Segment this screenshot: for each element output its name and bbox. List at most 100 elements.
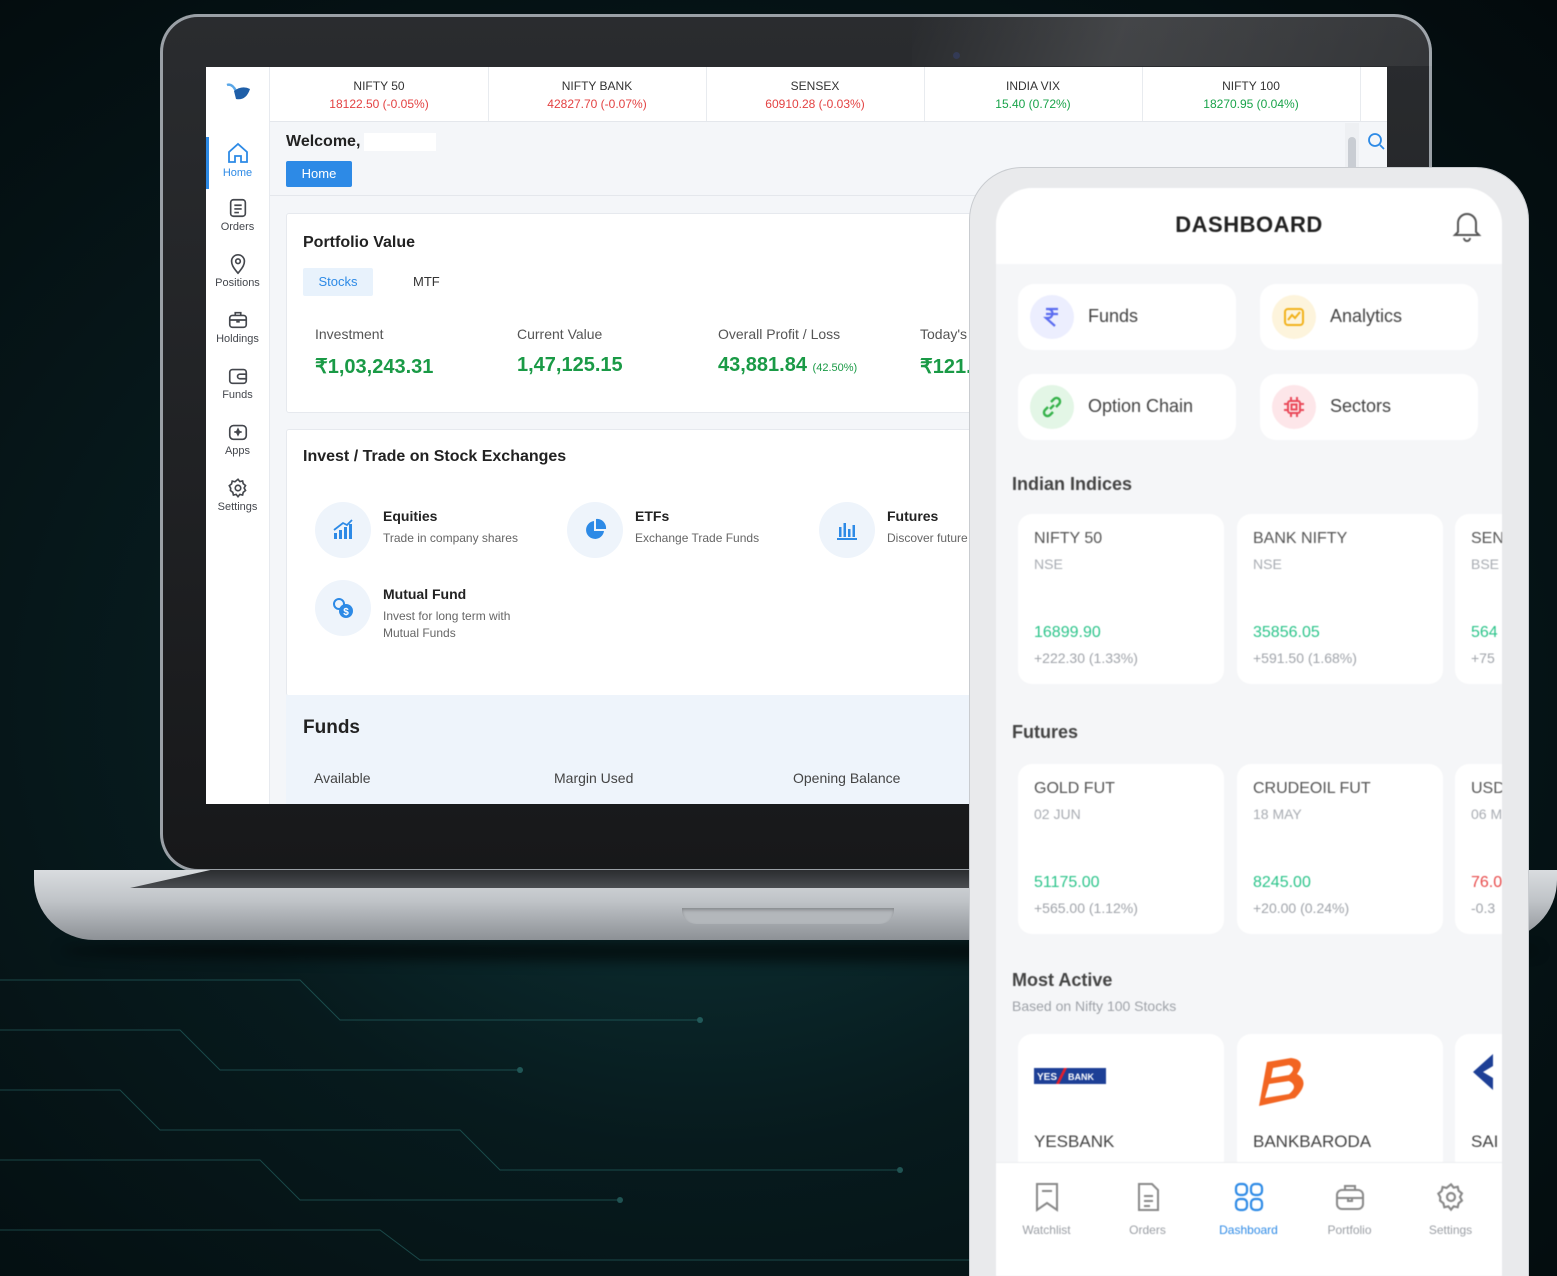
quick-action-label: Analytics xyxy=(1330,306,1403,326)
lid-glare xyxy=(912,14,1432,66)
tab-settings[interactable]: Settings xyxy=(1400,1181,1501,1237)
breadcrumb-home-button[interactable]: Home xyxy=(286,161,352,187)
yesbank-logo: YES BANK xyxy=(1034,1068,1106,1084)
futures-change: -0.3 xyxy=(1471,900,1496,916)
invest-item-title: Equities xyxy=(383,508,438,524)
tab-label: Watchlist xyxy=(1022,1223,1071,1237)
index-card[interactable]: SEN BSE 564 +75 xyxy=(1455,514,1502,684)
ticker-item[interactable]: NIFTY 100 18270.95 (0.04%) xyxy=(1142,67,1361,121)
stat-value: ₹1,03,243.31 xyxy=(315,356,434,378)
quick-action-funds[interactable]: Funds xyxy=(1018,284,1236,350)
futures-date: 18 MAY xyxy=(1253,806,1302,822)
coins-icon: $ xyxy=(333,598,353,618)
sidebar-item-orders[interactable]: Orders xyxy=(206,193,269,245)
tab-stocks[interactable]: Stocks xyxy=(303,268,373,296)
brand-logo-icon xyxy=(226,83,250,100)
sidebar-item-label: Apps xyxy=(224,445,251,457)
futures-name: GOLD FUT xyxy=(1034,780,1115,797)
stat-percent: (42.50%) xyxy=(812,362,858,374)
stat-investment: Investment ₹1,03,243.31 xyxy=(315,326,433,379)
sidebar-item-holdings[interactable]: Holdings xyxy=(206,305,269,357)
futures-card[interactable]: CRUDEOIL FUT 18 MAY 8245.00 +20.00 (0.24… xyxy=(1237,764,1443,934)
search-icon[interactable] xyxy=(1366,131,1386,151)
bell-icon[interactable] xyxy=(1452,210,1482,242)
futures-date: 06 M xyxy=(1471,806,1502,822)
quick-action-sectors[interactable]: Sectors xyxy=(1260,374,1478,440)
gear-icon xyxy=(1436,1182,1463,1212)
quick-action-option-chain[interactable]: Option Chain xyxy=(1018,374,1236,440)
index-exchange: BSE xyxy=(1471,556,1500,572)
futures-card[interactable]: USD 06 M 76.0 -0.3 xyxy=(1455,764,1502,934)
stat-value: 1,47,125.15 xyxy=(517,354,623,376)
index-change: +75 xyxy=(1471,650,1495,666)
most-active-card[interactable]: YES BANK YESBANK xyxy=(1018,1034,1224,1174)
sidebar-item-label: Home xyxy=(222,167,253,179)
futures-card[interactable]: GOLD FUT 02 JUN 51175.00 +565.00 (1.12%) xyxy=(1018,764,1224,934)
tab-label: Portfolio xyxy=(1327,1223,1372,1237)
chart-up-icon xyxy=(333,519,353,539)
stat-label: Overall Profit / Loss xyxy=(718,326,841,342)
orders-icon xyxy=(1137,1183,1159,1211)
most-active-name: SAI xyxy=(1471,1132,1499,1151)
webcam xyxy=(953,52,960,59)
funds-col-opening-balance: Opening Balance xyxy=(793,770,901,786)
ticker-item[interactable]: NIFTY 50 18122.50 (-0.05%) xyxy=(270,67,489,121)
home-icon xyxy=(227,142,248,163)
most-active-subtitle: Based on Nifty 100 Stocks xyxy=(1012,998,1177,1014)
mobile-header: DASHBOARD xyxy=(996,188,1502,264)
invest-item-desc: Discover future xyxy=(887,531,968,545)
invest-item-desc: Exchange Trade Funds xyxy=(635,531,760,545)
invest-title: Invest / Trade on Stock Exchanges xyxy=(303,448,567,465)
ticker-value: 15.40 (0.72%) xyxy=(995,97,1071,111)
sidebar-item-positions[interactable]: Positions xyxy=(206,249,269,301)
tab-dashboard[interactable]: Dashboard xyxy=(1198,1181,1299,1237)
ticker-name: INDIA VIX xyxy=(1005,79,1061,93)
grid-icon xyxy=(1234,1182,1263,1212)
ticker-item[interactable]: SENSEX 60910.28 (-0.03%) xyxy=(706,67,925,121)
most-active-name: YESBANK xyxy=(1034,1132,1115,1151)
quick-action-analytics[interactable]: Analytics xyxy=(1260,284,1478,350)
invest-equities[interactable]: Equities Trade in company shares xyxy=(315,502,545,562)
sidebar: Home Orders Positions Holdings Funds App… xyxy=(206,67,270,804)
index-name: BANK NIFTY xyxy=(1253,530,1348,547)
apps-icon xyxy=(228,424,247,441)
invest-item-title: Mutual Fund xyxy=(383,586,467,602)
svg-text:BANK: BANK xyxy=(1068,1072,1094,1082)
invest-etfs[interactable]: ETFs Exchange Trade Funds xyxy=(567,502,797,562)
index-card[interactable]: BANK NIFTY NSE 35856.05 +591.50 (1.68%) xyxy=(1237,514,1443,684)
tab-watchlist[interactable]: Watchlist xyxy=(996,1181,1097,1237)
stat-current-value: Current Value 1,47,125.15 xyxy=(517,326,623,377)
sidebar-item-settings[interactable]: Settings xyxy=(206,473,269,525)
tab-orders[interactable]: Orders xyxy=(1097,1181,1198,1237)
sidebar-item-home[interactable]: Home xyxy=(206,137,269,189)
invest-mutual-fund[interactable]: $ Mutual Fund Invest for long term with M… xyxy=(315,580,545,640)
stat-value-wrap: 43,881.84 (42.50%) xyxy=(718,354,857,377)
futures-price: 8245.00 xyxy=(1253,874,1311,891)
sidebar-item-funds[interactable]: Funds xyxy=(206,361,269,413)
ticker-name: SENSEX xyxy=(790,79,840,93)
stat-value: 43,881.84 xyxy=(718,354,807,376)
briefcase-icon xyxy=(1335,1185,1364,1210)
quick-action-label: Sectors xyxy=(1330,396,1392,416)
most-active-card[interactable]: SAI xyxy=(1455,1034,1502,1174)
sidebar-item-label: Holdings xyxy=(216,333,259,345)
sidebar-item-apps[interactable]: Apps xyxy=(206,417,269,469)
index-change: +222.30 (1.33%) xyxy=(1034,650,1138,666)
index-card[interactable]: NIFTY 50 NSE 16899.90 +222.30 (1.33%) xyxy=(1018,514,1224,684)
sail-logo xyxy=(1473,1054,1493,1090)
tab-portfolio[interactable]: Portfolio xyxy=(1299,1181,1400,1237)
ticker-item[interactable]: INDIA VIX 15.40 (0.72%) xyxy=(924,67,1143,121)
ticker-item[interactable]: NIFTY BANK 42827.70 (-0.07%) xyxy=(488,67,707,121)
invest-item-title: ETFs xyxy=(635,508,670,524)
index-name: NIFTY 50 xyxy=(1034,530,1103,547)
mobile-app-screen: DASHBOARD Funds Analytics Option Chain S… xyxy=(996,188,1502,1276)
tab-mtf[interactable]: MTF xyxy=(413,268,453,296)
quick-action-label: Option Chain xyxy=(1088,396,1194,416)
index-name: SEN xyxy=(1471,530,1502,547)
redacted-username xyxy=(364,133,436,151)
most-active-card[interactable]: BANKBARODA xyxy=(1237,1034,1443,1174)
futures-price: 51175.00 xyxy=(1034,874,1100,891)
stat-value: ₹121. xyxy=(920,356,972,378)
chip-icon xyxy=(1284,397,1304,417)
bottom-nav: Watchlist Orders Dashboard Portfolio Set… xyxy=(996,1162,1502,1276)
